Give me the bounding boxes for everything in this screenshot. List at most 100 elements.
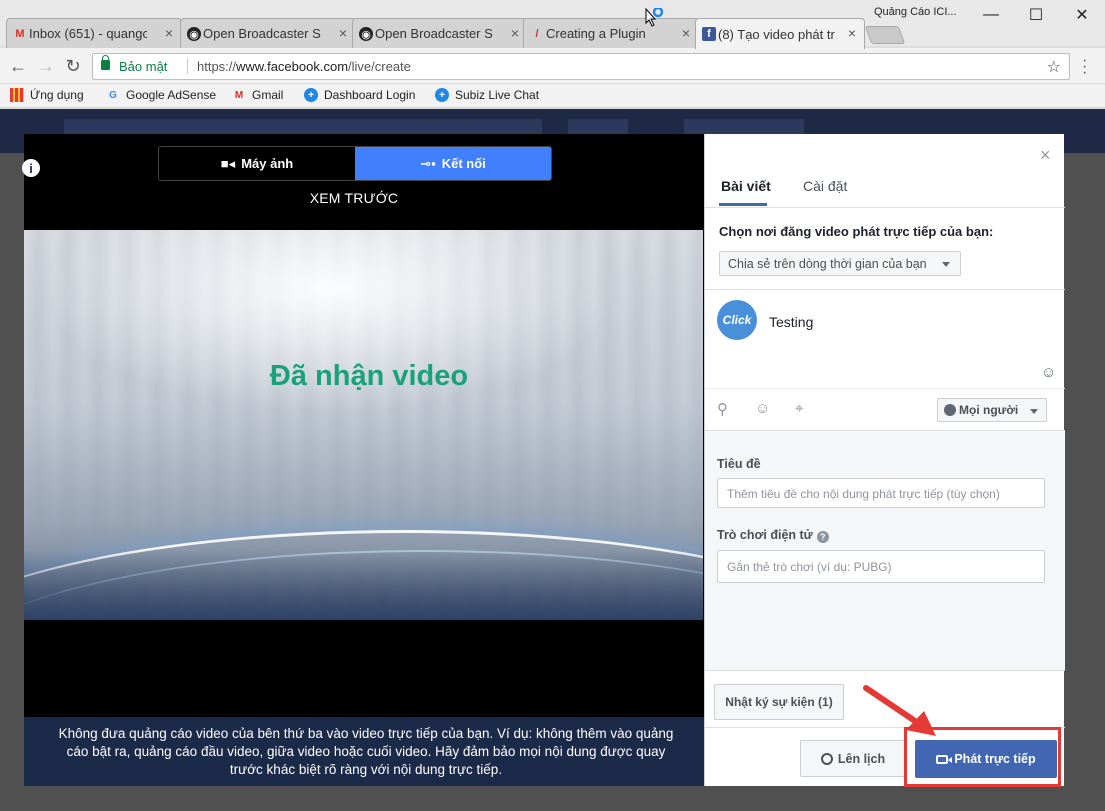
audience-select[interactable]: Mọi người (937, 398, 1047, 422)
emoji-icon[interactable]: ☺ (1041, 364, 1056, 381)
tab-title: (8) Tạo video phát tr (718, 26, 835, 42)
maximize-icon[interactable]: ☐ (1013, 0, 1059, 30)
live-video-modal: ■◂ Máy ảnh ⊸▪ Kết nối XEM TRƯỚC Đã nhận … (22, 134, 1065, 786)
close-tab-icon[interactable]: × (848, 25, 856, 41)
camera-toggle-button[interactable]: ■◂ Máy ảnh (159, 147, 355, 180)
bookmark-label: Subiz Live Chat (455, 88, 540, 102)
destination-label: Chọn nơi đăng video phát trực tiếp của b… (719, 224, 994, 239)
globe-icon (944, 404, 956, 416)
title-input[interactable]: Thêm tiêu đề cho nội dung phát trực tiếp… (717, 478, 1045, 508)
title-placeholder: Thêm tiêu đề cho nội dung phát trực tiếp… (727, 487, 1000, 501)
title-label: Tiêu đề (717, 457, 761, 471)
close-tab-icon[interactable]: × (339, 25, 347, 41)
close-tab-icon[interactable]: × (511, 25, 519, 41)
browser-tab-active[interactable]: f (8) Tạo video phát tr × (695, 18, 865, 49)
url-path: /live/create (348, 59, 411, 74)
panel-tabs: Bài viết Cài đặt (705, 164, 1065, 208)
video-received-status: Đã nhận video (269, 360, 469, 392)
browser-tab[interactable]: ◉ Open Broadcaster Sc × (352, 18, 528, 48)
back-arrow-icon[interactable]: ← (8, 56, 28, 76)
info-icon: i (22, 159, 40, 177)
new-tab-button[interactable] (864, 26, 906, 44)
browser-tab[interactable]: M Inbox (651) - quangc × (6, 18, 182, 48)
game-label: Trò chơi điện tử? (717, 528, 829, 543)
video-camera-icon: ■◂ (220, 155, 236, 171)
close-tab-icon[interactable]: × (165, 25, 173, 41)
window-close-icon[interactable]: ✕ (1059, 0, 1105, 30)
post-composer-panel: × Bài viết Cài đặt Chọn nơi đăng video p… (704, 134, 1065, 786)
url-scheme: https:// (197, 59, 237, 74)
game-tag-input[interactable]: Gắn thẻ trò chơi (ví dụ: PUBG) (717, 550, 1045, 583)
divider (705, 289, 1065, 290)
schedule-label: Lên lịch (837, 751, 886, 766)
connect-toggle-button[interactable]: ⊸▪ Kết nối (355, 147, 551, 180)
feather-icon: / (535, 28, 539, 40)
bookmark-label: Google AdSense (126, 88, 217, 102)
tab-settings[interactable]: Cài đặt (803, 178, 847, 194)
game-label-text: Trò chơi điện tử (717, 528, 813, 542)
forward-arrow-icon[interactable]: → (36, 56, 56, 76)
profile-name[interactable]: Quảng Cáo ICI... (874, 6, 957, 18)
url-divider (187, 58, 188, 74)
bookmark-star-icon[interactable]: ☆ (1047, 57, 1061, 77)
chevron-down-icon (1030, 409, 1038, 414)
tab-title: Open Broadcaster Sc (203, 26, 321, 41)
details-section: Tiêu đề Thêm tiêu đề cho nội dung phát t… (705, 431, 1065, 671)
mouse-cursor-icon (645, 8, 664, 27)
audience-value: Mọi người (959, 403, 1019, 417)
video-preview (24, 230, 703, 620)
notice-text: Không đưa quảng cáo video của bên thứ ba… (58, 726, 674, 777)
plus-circle-icon: + (435, 88, 449, 102)
avatar: Click (717, 300, 757, 340)
background-shade (24, 550, 703, 620)
ad-policy-notice: Không đưa quảng cáo video của bên thứ ba… (24, 717, 704, 786)
browser-tab[interactable]: ◉ Open Broadcaster Sc × (180, 18, 356, 48)
browser-tab[interactable]: / Creating a Plugin × (523, 18, 699, 48)
close-tab-icon[interactable]: × (682, 25, 690, 41)
event-log-button[interactable]: Nhật ký sự kiện (1) (714, 684, 844, 720)
tab-post[interactable]: Bài viết (721, 178, 771, 194)
lock-icon (101, 55, 110, 70)
destination-value: Chia sẻ trên dòng thời gian của bạn (728, 257, 927, 271)
gmail-icon: M (15, 28, 25, 40)
info-icon[interactable]: ? (816, 531, 829, 543)
tab-title: Creating a Plugin (546, 26, 646, 41)
chrome-menu-icon[interactable]: · · · (1082, 53, 1087, 81)
address-bar[interactable]: Bảo mật https://www.facebook.com/live/cr… (92, 53, 1070, 80)
bookmarks-bar: Ứng dụng G Google AdSense M Gmail + Dash… (0, 84, 1105, 108)
source-toggle: ■◂ Máy ảnh ⊸▪ Kết nối (158, 146, 552, 181)
gmail-icon: M (234, 89, 244, 101)
schedule-button[interactable]: Lên lịch (800, 740, 906, 777)
divider (705, 670, 1065, 671)
location-pin-icon[interactable]: ⌖ (795, 400, 803, 417)
tab-title: Open Broadcaster Sc (375, 26, 493, 41)
bookmark-subiz[interactable]: + Subiz Live Chat (435, 88, 539, 102)
minimize-icon[interactable]: — (968, 0, 1014, 30)
destination-select[interactable]: Chia sẻ trên dòng thời gian của bạn (719, 251, 961, 276)
url-host: www.facebook.com (236, 59, 349, 74)
bookmark-dashboard[interactable]: + Dashboard Login (304, 88, 415, 102)
browser-toolbar: ← → ↻ Bảo mật https://www.facebook.com/l… (0, 48, 1105, 84)
apps-grid-icon (10, 88, 24, 102)
bookmark-apps[interactable]: Ứng dụng (10, 88, 84, 102)
active-tab-underline (719, 203, 767, 206)
close-icon[interactable]: × (1040, 145, 1051, 166)
url-text[interactable]: https://www.facebook.com/live/create (197, 59, 411, 74)
bookmark-label: Gmail (252, 88, 284, 102)
feeling-icon[interactable]: ☺ (755, 400, 770, 417)
tab-title: Inbox (651) - quangc (29, 26, 147, 41)
google-icon: G (109, 89, 117, 101)
clock-icon (820, 752, 833, 765)
obs-icon: ◉ (359, 27, 373, 41)
chevron-down-icon (942, 262, 950, 267)
game-placeholder: Gắn thẻ trò chơi (ví dụ: PUBG) (727, 560, 892, 574)
bookmark-adsense[interactable]: G Google AdSense (106, 88, 216, 102)
post-text-input[interactable]: Testing (769, 314, 813, 330)
reload-icon[interactable]: ↻ (63, 56, 83, 76)
bookmark-gmail[interactable]: M Gmail (232, 88, 284, 102)
bookmark-label: Dashboard Login (324, 88, 416, 102)
tag-friends-icon[interactable]: ⚲ (717, 400, 728, 418)
plus-circle-icon: + (304, 88, 318, 102)
secure-label: Bảo mật (119, 59, 168, 74)
plug-icon: ⊸▪ (420, 155, 436, 171)
